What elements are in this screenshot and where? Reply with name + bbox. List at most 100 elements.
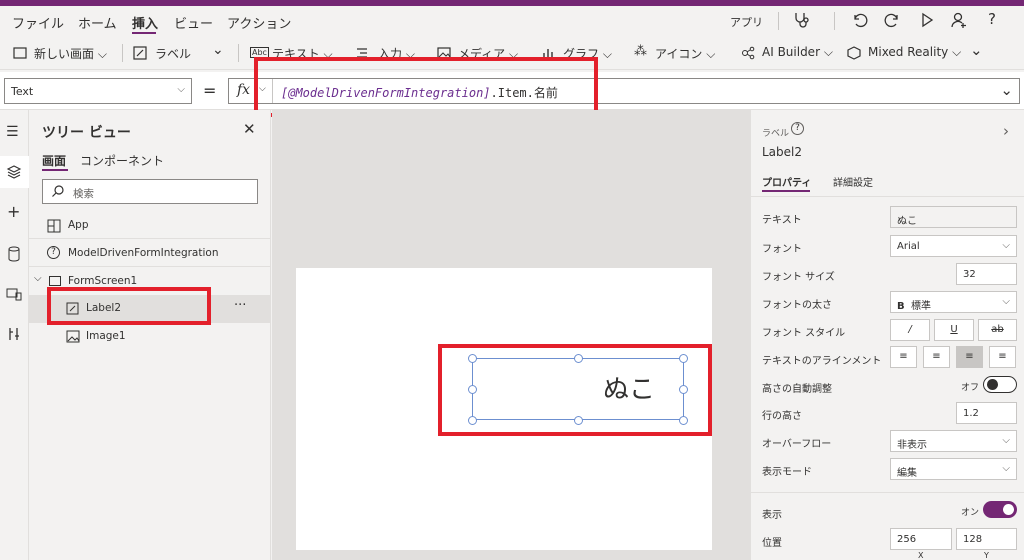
fx-icon: fx bbox=[237, 82, 251, 98]
divider bbox=[238, 44, 239, 62]
font-prop-label: フォント bbox=[762, 244, 802, 255]
undo-icon[interactable] bbox=[850, 11, 868, 29]
divider bbox=[778, 12, 779, 30]
visible-toggle[interactable] bbox=[983, 501, 1017, 518]
app-checker-label[interactable]: アプリ bbox=[730, 14, 763, 30]
align-label: テキストのアラインメント bbox=[762, 356, 882, 367]
align-center-button[interactable]: ≡ bbox=[923, 346, 950, 368]
new-screen-button[interactable]: 新しい画面 ⌵ bbox=[34, 45, 107, 62]
ai-builder-icon bbox=[740, 45, 756, 61]
tree-view-title: ツリー ビュー bbox=[42, 125, 131, 141]
left-nav-rail: ☰ + bbox=[0, 110, 29, 560]
y-caption: Y bbox=[984, 551, 989, 560]
underline-button[interactable]: U bbox=[934, 319, 974, 341]
more-options-icon[interactable]: ··· bbox=[234, 298, 246, 313]
search-icon bbox=[51, 184, 65, 198]
tree-item-image1[interactable]: Image1 bbox=[29, 323, 271, 351]
properties-panel: ラベル ? › Label2 プロパティ 詳細設定 テキスト ぬこ フォント A… bbox=[750, 110, 1024, 560]
layers-icon bbox=[6, 165, 22, 179]
insert-icon-button[interactable]: アイコン ⌵ bbox=[655, 45, 715, 62]
tab-screens[interactable]: 画面 bbox=[42, 152, 66, 169]
lineheight-value: 1.2 bbox=[963, 408, 979, 419]
nav-tree-active[interactable] bbox=[0, 156, 29, 188]
chevron-down-icon: ⌵ bbox=[1002, 435, 1010, 446]
chevron-down-icon[interactable]: ⌄ bbox=[212, 42, 224, 58]
autoheight-toggle[interactable] bbox=[983, 376, 1017, 393]
control-name: Label2 bbox=[762, 145, 803, 159]
chevron-right-icon[interactable]: › bbox=[1003, 122, 1009, 140]
highlight-canvas-label bbox=[438, 344, 712, 436]
display-mode-dropdown[interactable]: 編集 ⌵ bbox=[890, 458, 1017, 480]
autoheight-label: 高さの自動調整 bbox=[762, 384, 832, 395]
align-left-button[interactable]: ≡ bbox=[890, 346, 917, 368]
insert-label-button[interactable]: ラベル bbox=[155, 45, 191, 62]
search-placeholder: 検索 bbox=[73, 188, 94, 200]
new-screen-icon bbox=[12, 45, 28, 61]
toggle-knob bbox=[987, 379, 998, 390]
lineheight-label: 行の高さ bbox=[762, 411, 802, 422]
overflow-dropdown[interactable]: 非表示 ⌵ bbox=[890, 430, 1017, 452]
tree-view-panel: ツリー ビュー ✕ 画面 コンポーネント 検索 App ? ModelDrive… bbox=[29, 110, 271, 560]
share-user-icon[interactable] bbox=[950, 11, 968, 29]
tools-icon[interactable] bbox=[7, 326, 21, 342]
menu-action[interactable]: アクション bbox=[227, 13, 291, 32]
hamburger-icon[interactable]: ☰ bbox=[6, 124, 19, 140]
tab-components[interactable]: コンポーネント bbox=[80, 152, 164, 169]
position-x-input[interactable]: 256 bbox=[890, 528, 952, 550]
bold-glyph: B bbox=[897, 301, 905, 312]
property-dropdown[interactable]: Text ⌵ bbox=[4, 78, 192, 104]
help-icon[interactable]: ? bbox=[988, 10, 996, 28]
label-edit-icon bbox=[132, 45, 148, 61]
menu-file[interactable]: ファイル bbox=[12, 13, 64, 32]
close-icon[interactable]: ✕ bbox=[243, 120, 256, 138]
font-weight-dropdown[interactable]: B 標準 ⌵ bbox=[890, 291, 1017, 313]
divider bbox=[751, 492, 1024, 493]
mixed-reality-button[interactable]: Mixed Reality ⌵ bbox=[868, 45, 961, 60]
chevron-down-icon[interactable]: ⌵ bbox=[34, 273, 42, 284]
tree-item-app[interactable]: App bbox=[29, 212, 271, 240]
chevron-down-icon[interactable]: ⌄ bbox=[970, 41, 983, 59]
add-icon[interactable]: + bbox=[7, 202, 20, 221]
tab-advanced[interactable]: 詳細設定 bbox=[833, 174, 873, 189]
tree-item-label: FormScreen1 bbox=[68, 275, 138, 287]
expand-formula-icon[interactable]: ⌄ bbox=[1000, 81, 1013, 99]
icons-icon: ⁂ bbox=[634, 44, 647, 59]
text-prop-label: テキスト bbox=[762, 215, 802, 226]
icon-label: アイコン bbox=[655, 47, 703, 61]
toggle-knob bbox=[1003, 504, 1014, 515]
help-circle-icon[interactable]: ? bbox=[791, 122, 804, 135]
divider bbox=[29, 238, 271, 239]
ai-builder-button[interactable]: AI Builder ⌵ bbox=[762, 45, 833, 60]
menu-view[interactable]: ビュー bbox=[174, 13, 213, 32]
menu-home[interactable]: ホーム bbox=[78, 13, 117, 32]
tree-item-model-driven[interactable]: ? ModelDrivenFormIntegration bbox=[29, 240, 271, 268]
italic-button[interactable]: / bbox=[890, 319, 930, 341]
font-size-value: 32 bbox=[963, 269, 976, 280]
text-prop-input[interactable]: ぬこ bbox=[890, 206, 1017, 228]
font-size-input[interactable]: 32 bbox=[956, 263, 1017, 285]
font-dropdown[interactable]: Arial ⌵ bbox=[890, 235, 1017, 257]
font-size-label: フォント サイズ bbox=[762, 272, 835, 283]
redo-icon[interactable] bbox=[884, 11, 902, 29]
stethoscope-icon[interactable] bbox=[792, 11, 810, 29]
position-y-input[interactable]: 128 bbox=[956, 528, 1017, 550]
data-cylinder-icon[interactable] bbox=[7, 246, 21, 262]
tab-properties[interactable]: プロパティ bbox=[762, 174, 811, 189]
app-grid-icon bbox=[47, 219, 61, 233]
display-mode-label: 表示モード bbox=[762, 467, 812, 478]
menu-insert[interactable]: 挿入 bbox=[132, 13, 158, 32]
image-icon bbox=[66, 330, 80, 343]
ai-builder-label: AI Builder bbox=[762, 45, 821, 59]
lineheight-input[interactable]: 1.2 bbox=[956, 402, 1017, 424]
chevron-down-icon: ⌵ bbox=[1002, 463, 1010, 474]
align-justify-button[interactable]: ≡ bbox=[989, 346, 1016, 368]
align-right-button[interactable]: ≡ bbox=[956, 346, 983, 368]
play-icon[interactable] bbox=[918, 11, 936, 29]
position-y-value: 128 bbox=[963, 534, 983, 545]
x-caption: X bbox=[918, 551, 924, 560]
media-devices-icon[interactable] bbox=[6, 286, 22, 302]
mixed-reality-label: Mixed Reality bbox=[868, 45, 949, 59]
tree-search-input[interactable]: 検索 bbox=[42, 179, 258, 204]
strikethrough-button[interactable]: ab bbox=[978, 319, 1017, 341]
tree-item-label: Image1 bbox=[86, 330, 126, 342]
